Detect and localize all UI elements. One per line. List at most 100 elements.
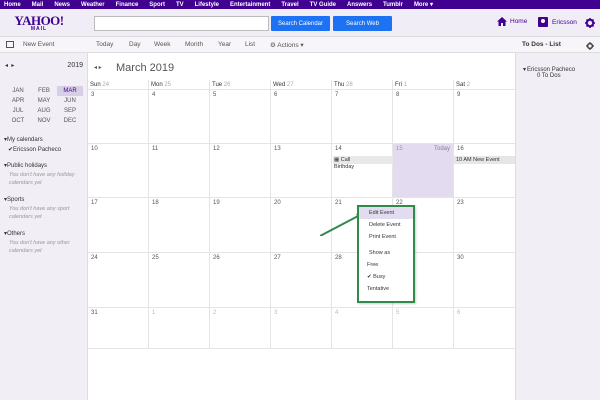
day-cell[interactable]: 31 bbox=[88, 308, 149, 349]
mini-calendar-header: ◂ ▸ 2019 bbox=[5, 62, 83, 69]
nav-home[interactable]: Home bbox=[4, 2, 21, 8]
month-mar[interactable]: MAR bbox=[57, 86, 83, 96]
day-cell[interactable]: 30 bbox=[454, 253, 515, 308]
calendar-plus-icon bbox=[6, 41, 14, 48]
day-cell[interactable]: 3 bbox=[271, 308, 332, 349]
settings-gear-icon[interactable] bbox=[585, 18, 595, 28]
todo-list-owner[interactable]: Ericsson Pacheco bbox=[523, 66, 575, 73]
user-menu[interactable]: Ericsson bbox=[538, 17, 577, 27]
avatar bbox=[538, 17, 548, 27]
view-today-button[interactable]: Today bbox=[96, 41, 113, 48]
section-title[interactable]: Others bbox=[4, 230, 84, 237]
search-web-button[interactable]: Search Web bbox=[333, 16, 392, 31]
day-cell[interactable]: 16 10 AM New Event bbox=[454, 144, 515, 198]
day-cell[interactable]: 23 bbox=[454, 198, 515, 253]
nav-more[interactable]: More ▾ bbox=[414, 1, 433, 8]
day-cell[interactable]: 4 bbox=[149, 90, 210, 144]
empty-note: You don't have any sport calendars yet bbox=[9, 206, 70, 220]
view-week-button[interactable]: Week bbox=[154, 41, 171, 48]
day-cell[interactable]: 9 bbox=[454, 90, 515, 144]
nav-answers[interactable]: Answers bbox=[347, 2, 372, 8]
day-cell[interactable]: 10 bbox=[88, 144, 149, 198]
section-title[interactable]: Sports bbox=[4, 196, 84, 203]
nav-lifestyle[interactable]: Lifestyle bbox=[195, 2, 219, 8]
month-may[interactable]: MAY bbox=[31, 96, 57, 106]
day-cell[interactable]: 18 bbox=[149, 198, 210, 253]
nav-sport[interactable]: Sport bbox=[149, 2, 165, 8]
home-link[interactable]: Home bbox=[497, 17, 527, 26]
week-row: 31 1 2 3 4 5 6 bbox=[88, 308, 515, 349]
nav-mail[interactable]: Mail bbox=[32, 2, 44, 8]
month-jan[interactable]: JAN bbox=[5, 86, 31, 96]
day-cell[interactable]: 5 bbox=[210, 90, 271, 144]
day-cell[interactable]: 19 bbox=[210, 198, 271, 253]
view-year-button[interactable]: Year bbox=[218, 41, 231, 48]
day-cell[interactable]: 14 ▦ Call Birthday bbox=[332, 144, 393, 198]
section-title[interactable]: Public holidays bbox=[4, 162, 84, 169]
view-month-button[interactable]: Month bbox=[185, 41, 203, 48]
day-cell[interactable]: 17 bbox=[88, 198, 149, 253]
show-as-busy-item[interactable]: ✔ Busy bbox=[359, 271, 413, 283]
nav-tumblr[interactable]: Tumblr bbox=[383, 2, 403, 8]
day-cell[interactable]: 7 bbox=[332, 90, 393, 144]
day-cell[interactable]: 13 bbox=[271, 144, 332, 198]
month-jun[interactable]: JUN bbox=[57, 96, 83, 106]
month-apr[interactable]: APR bbox=[5, 96, 31, 106]
month-aug[interactable]: AUG bbox=[31, 106, 57, 116]
view-list-button[interactable]: List bbox=[245, 41, 255, 48]
day-cell[interactable]: 6 bbox=[271, 90, 332, 144]
day-cell[interactable]: 6 bbox=[454, 308, 515, 349]
yahoo-mail-logo[interactable]: YAHOO! MAIL bbox=[9, 14, 69, 32]
day-cell[interactable]: 5 bbox=[393, 308, 454, 349]
chevron-down-icon: ▾ bbox=[300, 42, 304, 49]
day-header: Wed 27 bbox=[271, 80, 332, 90]
month-sep[interactable]: SEP bbox=[57, 106, 83, 116]
day-cell[interactable]: 24 bbox=[88, 253, 149, 308]
week-row: 17 18 19 20 21 22 23 bbox=[88, 198, 515, 253]
day-cell[interactable]: 27 bbox=[271, 253, 332, 308]
year-nav-arrows[interactable]: ◂ ▸ bbox=[5, 62, 14, 69]
month-jul[interactable]: JUL bbox=[5, 106, 31, 116]
nav-weather[interactable]: Weather bbox=[81, 2, 105, 8]
month-nav-arrows[interactable]: ◂ ▸ bbox=[94, 64, 102, 71]
search-input[interactable] bbox=[94, 16, 269, 31]
nav-tv[interactable]: TV bbox=[176, 2, 184, 8]
day-header: Sun 24 bbox=[88, 80, 149, 90]
nav-finance[interactable]: Finance bbox=[116, 2, 139, 8]
day-cell[interactable]: 8 bbox=[393, 90, 454, 144]
show-as-label: Show as bbox=[369, 250, 391, 256]
day-cell[interactable]: 1 bbox=[149, 308, 210, 349]
section-title[interactable]: My calendars bbox=[4, 136, 84, 143]
edit-event-item[interactable]: Edit Event bbox=[359, 207, 413, 219]
week-row: 3 4 5 6 7 8 9 bbox=[88, 90, 515, 144]
nav-tv-guide[interactable]: TV Guide bbox=[310, 2, 336, 8]
day-cell[interactable]: 12 bbox=[210, 144, 271, 198]
new-event-button[interactable]: New Event bbox=[6, 41, 54, 48]
new-event-chip[interactable]: 10 AM New Event bbox=[454, 156, 515, 164]
month-feb[interactable]: FEB bbox=[31, 86, 57, 96]
actions-menu[interactable]: ⚙ Actions ▾ bbox=[270, 41, 304, 49]
day-cell[interactable]: 4 bbox=[332, 308, 393, 349]
print-event-item[interactable]: Print Event bbox=[359, 231, 413, 243]
search-calendar-button[interactable]: Search Calendar bbox=[271, 16, 330, 31]
day-cell[interactable]: 11 bbox=[149, 144, 210, 198]
public-holidays-section: Public holidays You don't have any holid… bbox=[4, 162, 84, 187]
month-oct[interactable]: OCT bbox=[5, 116, 31, 126]
birthday-event[interactable]: ▦ Call bbox=[333, 156, 393, 164]
nav-entertainment[interactable]: Entertainment bbox=[230, 2, 270, 8]
show-as-tentative-item[interactable]: Tentative bbox=[359, 283, 413, 295]
day-cell-today[interactable]: 15 Today bbox=[393, 144, 454, 198]
todo-settings-gear-icon[interactable] bbox=[586, 42, 594, 50]
view-day-button[interactable]: Day bbox=[129, 41, 141, 48]
day-cell[interactable]: 26 bbox=[210, 253, 271, 308]
month-nov[interactable]: NOV bbox=[31, 116, 57, 126]
show-as-free-item[interactable]: Free bbox=[359, 259, 413, 271]
day-cell[interactable]: 25 bbox=[149, 253, 210, 308]
nav-news[interactable]: News bbox=[54, 2, 70, 8]
delete-event-item[interactable]: Delete Event bbox=[359, 219, 413, 231]
day-cell[interactable]: 3 bbox=[88, 90, 149, 144]
month-dec[interactable]: DEC bbox=[57, 116, 83, 126]
nav-travel[interactable]: Travel bbox=[281, 2, 298, 8]
day-cell[interactable]: 2 bbox=[210, 308, 271, 349]
calendar-item[interactable]: Ericsson Pacheco bbox=[4, 146, 84, 153]
